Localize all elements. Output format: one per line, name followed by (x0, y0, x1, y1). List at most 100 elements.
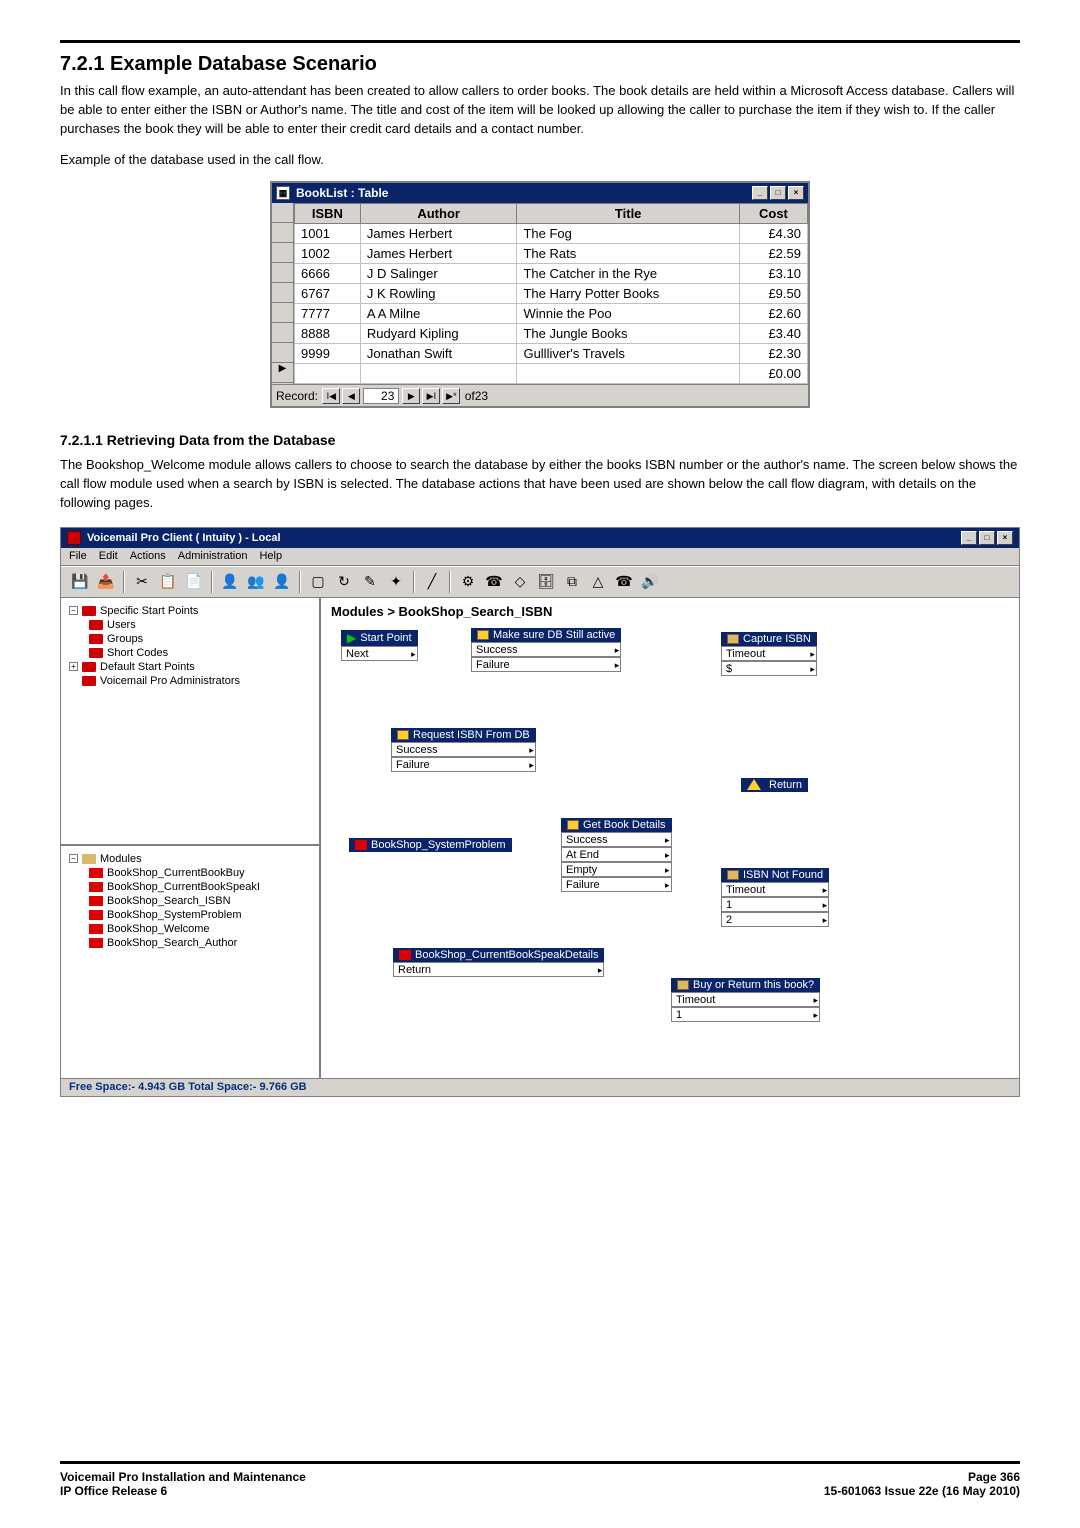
save-icon[interactable]: 💾 (69, 571, 91, 593)
db-table: ISBN Author Title Cost 1001James Herbert… (294, 203, 808, 384)
node-goto-speakdetails[interactable]: BookShop_CurrentBookSpeakDetails Return (393, 948, 604, 977)
node-get-book-details[interactable]: Get Book Details Success At End Empty Fa… (561, 818, 672, 892)
node-output[interactable]: Timeout (721, 882, 829, 897)
export-icon[interactable]: 📤 (95, 571, 117, 593)
tree-node[interactable]: BookShop_Search_Author (65, 936, 315, 950)
action-edit-icon[interactable]: ✎ (359, 571, 381, 593)
tree-node[interactable]: BookShop_SystemProblem (65, 908, 315, 922)
minimize-button[interactable]: _ (752, 186, 768, 200)
sub-heading: 7.2.1.1 Retrieving Data from the Databas… (60, 432, 1020, 448)
node-buy-or-return[interactable]: Buy or Return this book? Timeout 1 (671, 978, 820, 1022)
node-capture-isbn[interactable]: Capture ISBN Timeout $ (721, 632, 817, 676)
node-db-open[interactable]: Make sure DB Still active Success Failur… (471, 628, 621, 672)
vm-menubar: File Edit Actions Administration Help (61, 548, 1019, 566)
rule-top (60, 40, 1020, 43)
paste-icon[interactable]: 📄 (183, 571, 205, 593)
action-tel-icon[interactable]: ☎ (613, 571, 635, 593)
action-misc-icon[interactable]: △ (587, 571, 609, 593)
vm-toolbar: 💾 📤 ✂ 📋 📄 👤 👥 👤 ▢ ↻ ✎ ✦ ╱ ⚙ ☎ ◇ 🗄 ⧉ △ ☎ … (61, 566, 1019, 598)
node-output[interactable]: 1 (671, 1007, 820, 1022)
node-output[interactable]: Success (471, 642, 621, 657)
node-output[interactable]: Failure (561, 877, 672, 892)
node-output[interactable]: Failure (391, 757, 536, 772)
tree-node[interactable]: BookShop_CurrentBookSpeakI (65, 880, 315, 894)
folder-icon (89, 648, 103, 658)
col-author[interactable]: Author (360, 204, 517, 224)
action-config-icon[interactable]: ⚙ (457, 571, 479, 593)
table-row: 6666J D SalingerThe Catcher in the Rye£3… (295, 264, 808, 284)
nav-current-input[interactable]: 23 (363, 388, 399, 404)
node-request-isbn[interactable]: Request ISBN From DB Success Failure (391, 728, 536, 772)
node-output[interactable]: Next (341, 646, 418, 661)
nav-new-button[interactable]: ▶* (442, 388, 460, 404)
expand-icon[interactable]: + (69, 662, 78, 671)
menu-file[interactable]: File (69, 550, 87, 563)
node-output[interactable]: Failure (471, 657, 621, 672)
action-queue-icon[interactable]: ⧉ (561, 571, 583, 593)
action-speak-icon[interactable]: 🔊 (639, 571, 661, 593)
record-label: Record: (276, 389, 318, 403)
action-loop-icon[interactable]: ↻ (333, 571, 355, 593)
db-window: ▦ BookList : Table _ □ × ▶ ISBN Author T… (270, 181, 810, 408)
action-db-icon[interactable]: 🗄 (535, 571, 557, 593)
node-output[interactable]: At End (561, 847, 672, 862)
collapse-icon[interactable]: − (69, 606, 78, 615)
node-return[interactable]: Return (741, 778, 808, 792)
node-output[interactable]: Success (391, 742, 536, 757)
menu-actions[interactable]: Actions (130, 550, 166, 563)
table-row: 1002James HerbertThe Rats£2.59 (295, 244, 808, 264)
tree-node[interactable]: Users (65, 618, 315, 632)
copy-icon[interactable]: 📋 (157, 571, 179, 593)
node-output[interactable]: Empty (561, 862, 672, 877)
tree-node[interactable]: BookShop_Welcome (65, 922, 315, 936)
tree-node[interactable]: +Default Start Points (65, 660, 315, 674)
tree-node[interactable]: Short Codes (65, 646, 315, 660)
tree-node[interactable]: BookShop_CurrentBookBuy (65, 866, 315, 880)
users-icon[interactable]: 👥 (245, 571, 267, 593)
action-star-icon[interactable]: ✦ (385, 571, 407, 593)
nav-of-label: of (465, 389, 475, 403)
node-output[interactable]: Timeout (671, 992, 820, 1007)
minimize-button[interactable]: _ (961, 531, 977, 545)
node-isbn-not-found[interactable]: ISBN Not Found Timeout 1 2 (721, 868, 829, 927)
tree-panel: −Specific Start Points Users Groups Shor… (61, 598, 321, 1078)
flow-canvas[interactable]: Modules > BookShop_Search_ISBN ▶Start Po… (321, 598, 1019, 1078)
maximize-button[interactable]: □ (770, 186, 786, 200)
node-start-point[interactable]: ▶Start Point Next (341, 630, 418, 661)
menu-administration[interactable]: Administration (178, 550, 248, 563)
cut-icon[interactable]: ✂ (131, 571, 153, 593)
nav-first-button[interactable]: I◀ (322, 388, 340, 404)
menu-edit[interactable]: Edit (99, 550, 118, 563)
node-output[interactable]: 2 (721, 912, 829, 927)
col-cost[interactable]: Cost (739, 204, 807, 224)
col-isbn[interactable]: ISBN (295, 204, 361, 224)
tree-node[interactable]: −Specific Start Points (65, 604, 315, 618)
nav-next-button[interactable]: ▶ (402, 388, 420, 404)
node-goto-systemproblem[interactable]: BookShop_SystemProblem (349, 838, 512, 852)
footer-doc-title: Voicemail Pro Installation and Maintenan… (60, 1470, 306, 1484)
user-icon[interactable]: 👤 (219, 571, 241, 593)
collapse-icon[interactable]: − (69, 854, 78, 863)
vm-titlebar: Voicemail Pro Client ( Intuity ) - Local… (61, 528, 1019, 548)
action-mail-icon[interactable]: ☎ (483, 571, 505, 593)
col-title[interactable]: Title (517, 204, 739, 224)
nav-prev-button[interactable]: ◀ (342, 388, 360, 404)
connector-icon[interactable]: ╱ (421, 571, 443, 593)
tree-node[interactable]: Voicemail Pro Administrators (65, 674, 315, 688)
close-button[interactable]: × (997, 531, 1013, 545)
nav-last-button[interactable]: ▶I (422, 388, 440, 404)
action-basic-icon[interactable]: ▢ (307, 571, 329, 593)
tree-node[interactable]: BookShop_Search_ISBN (65, 894, 315, 908)
maximize-button[interactable]: □ (979, 531, 995, 545)
tree-node[interactable]: Groups (65, 632, 315, 646)
node-output[interactable]: 1 (721, 897, 829, 912)
group-icon[interactable]: 👤 (271, 571, 293, 593)
node-output[interactable]: $ (721, 661, 817, 676)
close-button[interactable]: × (788, 186, 804, 200)
menu-help[interactable]: Help (259, 550, 282, 563)
node-output[interactable]: Timeout (721, 646, 817, 661)
tree-node[interactable]: −Modules (65, 852, 315, 866)
node-output[interactable]: Success (561, 832, 672, 847)
node-output[interactable]: Return (393, 962, 604, 977)
action-cond-icon[interactable]: ◇ (509, 571, 531, 593)
